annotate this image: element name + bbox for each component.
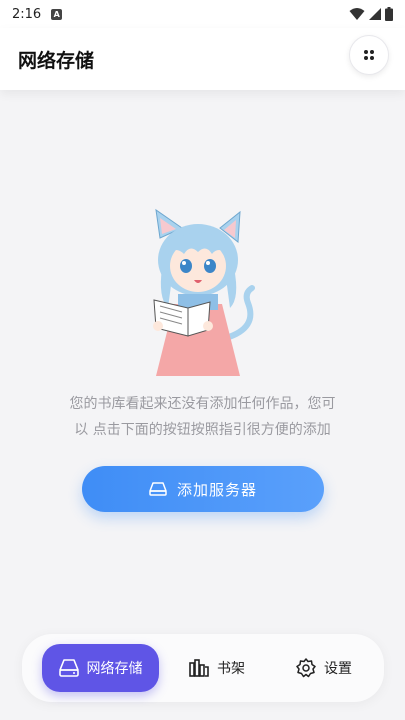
nav-label-network-storage: 网络存储 <box>86 661 143 677</box>
gear-icon <box>296 658 316 678</box>
status-icons <box>349 7 393 21</box>
empty-state-message: 您的书库看起来还没有添加任何作品，您可 以 点击下面的按钮按照指引很方便的添加 <box>40 391 365 443</box>
add-server-label: 添加服务器 <box>176 480 257 499</box>
empty-state-line-1: 您的书库看起来还没有添加任何作品，您可 <box>69 396 336 412</box>
bookshelf-icon <box>189 659 209 677</box>
wifi-icon <box>349 8 365 20</box>
battery-icon <box>385 7 393 21</box>
bottom-navigation: 网络存储 书架 设置 <box>22 634 384 702</box>
nav-item-network-storage[interactable]: 网络存储 <box>42 644 159 692</box>
empty-state-line-2: 以 点击下面的按钮按照指引很方便的添加 <box>74 422 331 438</box>
notification-badge: A <box>51 8 63 20</box>
more-menu-button[interactable] <box>349 35 389 75</box>
dots-grid-icon <box>364 50 374 60</box>
nav-item-settings[interactable]: 设置 <box>284 644 364 692</box>
nav-item-bookshelf[interactable]: 书架 <box>182 644 252 692</box>
cellular-signal-icon <box>369 8 381 20</box>
page-title: 网络存储 <box>18 49 95 72</box>
storage-drive-icon <box>58 659 79 677</box>
add-server-button[interactable]: 添加服务器 <box>82 466 324 512</box>
storage-drive-icon <box>149 482 167 496</box>
empty-state-illustration <box>153 208 255 376</box>
nav-label-bookshelf: 书架 <box>217 661 245 677</box>
status-bar: 2:16 A <box>0 0 405 28</box>
nav-label-settings: 设置 <box>324 661 352 677</box>
status-time: 2:16 <box>12 6 42 22</box>
app-header: 网络存储 <box>0 28 405 90</box>
